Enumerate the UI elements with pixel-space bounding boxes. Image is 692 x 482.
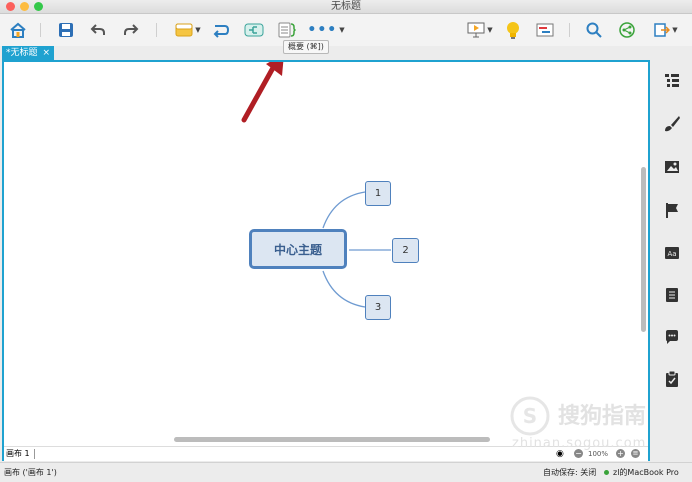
redo-button[interactable] xyxy=(121,19,141,41)
central-topic-label: 中心主题 xyxy=(273,242,322,257)
search-icon xyxy=(586,22,602,38)
relationship-button[interactable] xyxy=(210,19,232,41)
connector-line xyxy=(322,270,366,308)
title-bar: 无标题 xyxy=(0,0,692,14)
home-icon xyxy=(10,22,26,38)
redo-icon xyxy=(124,24,139,35)
task-button[interactable] xyxy=(662,369,682,389)
autosave-status[interactable]: 自动保存: 关闭 xyxy=(543,463,596,482)
document-tab[interactable]: *无标题 × xyxy=(2,46,55,60)
user-device: zl的MacBook Pro xyxy=(613,468,679,477)
vertical-scrollbar[interactable] xyxy=(641,167,646,332)
save-button[interactable] xyxy=(56,19,76,41)
export-icon xyxy=(654,23,671,37)
toolbar: ▼ ••• ▼ ▼ ▼ xyxy=(0,14,692,46)
toolbar-separator xyxy=(40,23,41,37)
boundary-icon xyxy=(244,23,264,37)
svg-text:Aa: Aa xyxy=(667,250,676,258)
summary-icon xyxy=(278,22,296,38)
chevron-down-icon: ▼ xyxy=(195,26,201,34)
window-title: 无标题 xyxy=(331,1,361,12)
status-sheet: 画布 ('画布 1') xyxy=(4,468,57,477)
subtopic-node[interactable]: 2 xyxy=(392,238,419,263)
relationship-icon xyxy=(213,25,230,38)
summary-tooltip: 概要 (⌘]) xyxy=(283,40,329,54)
image-button[interactable] xyxy=(662,157,682,177)
toolbar-separator xyxy=(156,23,157,37)
subtopic-label: 3 xyxy=(374,302,382,313)
status-bar: 画布 ('画布 1') 自动保存: 关闭 zl的MacBook Pro xyxy=(0,462,692,482)
search-button[interactable] xyxy=(584,19,604,41)
subtopic-node[interactable]: 3 xyxy=(365,295,391,320)
undo-icon xyxy=(90,24,105,35)
watermark: S 搜狗指南 zhinan.sogou.com xyxy=(508,392,678,452)
clipboard-icon xyxy=(666,370,678,387)
topic-icon xyxy=(175,23,193,37)
subtopic-label: 1 xyxy=(374,188,382,199)
sheet-tab[interactable]: 画布 1 xyxy=(6,447,30,461)
watermark-text: 搜狗指南 xyxy=(558,404,647,429)
boundary-button[interactable] xyxy=(243,19,265,41)
outline-button[interactable] xyxy=(662,70,682,90)
summary-button[interactable] xyxy=(276,19,298,41)
marker-button[interactable] xyxy=(662,200,682,220)
document-tab-label: *无标题 xyxy=(6,48,38,58)
share-button[interactable] xyxy=(617,19,637,41)
save-icon xyxy=(59,23,73,37)
style-button[interactable]: Aa xyxy=(662,243,682,263)
connector-line xyxy=(322,191,366,229)
gantt-button[interactable] xyxy=(535,19,555,41)
horizontal-scrollbar[interactable] xyxy=(174,437,490,442)
subtopic-node[interactable]: 1 xyxy=(365,181,391,206)
more-icon: ••• xyxy=(307,22,338,38)
online-dot-icon xyxy=(604,470,609,475)
brush-icon xyxy=(665,116,680,132)
central-topic[interactable]: 中心主题 xyxy=(249,229,347,269)
comment-icon xyxy=(666,330,678,344)
insert-topic-button[interactable]: ▼ xyxy=(172,19,204,41)
gantt-icon xyxy=(536,23,554,37)
red-arrow-annotation xyxy=(241,62,284,123)
idea-button[interactable] xyxy=(503,19,523,41)
format-button[interactable] xyxy=(662,114,682,134)
presentation-button[interactable]: ▼ xyxy=(464,19,496,41)
lightbulb-icon xyxy=(507,22,519,39)
image-icon xyxy=(665,161,679,173)
toolbar-separator xyxy=(569,23,570,37)
watermark-url: zhinan.sogou.com xyxy=(512,436,647,451)
notes-button[interactable] xyxy=(662,285,682,305)
share-icon xyxy=(619,22,635,38)
text-style-icon: Aa xyxy=(665,247,679,259)
undo-button[interactable] xyxy=(88,19,108,41)
home-button[interactable] xyxy=(8,19,28,41)
chevron-down-icon: ▼ xyxy=(487,26,493,34)
flag-icon xyxy=(666,203,678,218)
more-button[interactable]: ••• ▼ xyxy=(307,19,345,41)
comment-button[interactable] xyxy=(662,327,682,347)
export-button[interactable]: ▼ xyxy=(650,19,682,41)
presentation-icon xyxy=(467,22,485,38)
close-tab-icon[interactable]: × xyxy=(43,48,51,58)
notes-icon xyxy=(666,288,678,302)
sheet-divider xyxy=(34,449,35,459)
chevron-down-icon: ▼ xyxy=(672,26,678,34)
chevron-down-icon: ▼ xyxy=(339,26,345,34)
svg-text:S: S xyxy=(523,404,537,428)
subtopic-label: 2 xyxy=(402,245,409,256)
outline-icon xyxy=(665,74,679,87)
